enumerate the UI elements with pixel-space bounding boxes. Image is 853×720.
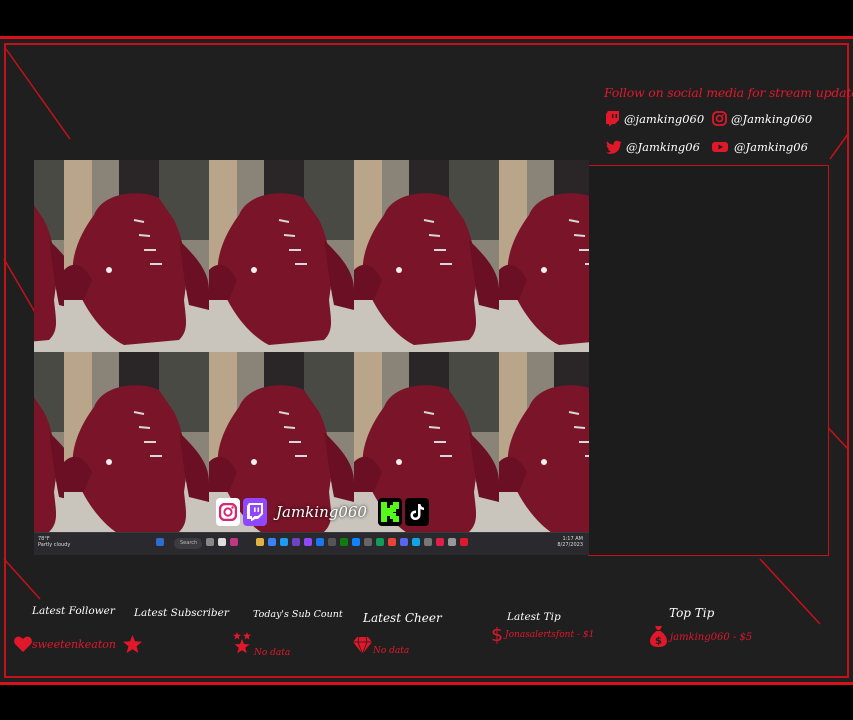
screen-capture: 78°F Partly cloudy Search 1:17 AM 8/27/2… <box>34 160 589 555</box>
top-tip-value: jamking060 - $5 <box>670 632 753 643</box>
social-instagram[interactable]: @Jamking060 <box>712 111 812 126</box>
overlay-frame: Follow on social media for stream update… <box>0 36 853 685</box>
weather-desc: Partly cloudy <box>38 542 71 548</box>
twitch-icon <box>247 503 263 521</box>
app-icon[interactable] <box>316 538 324 546</box>
folder-icon[interactable] <box>256 538 264 546</box>
app-icon[interactable] <box>364 538 372 546</box>
kick-badge <box>377 498 402 526</box>
app-icon[interactable] <box>400 538 408 546</box>
svg-text:$: $ <box>491 624 502 644</box>
taskbar-clock[interactable]: 1:17 AM 8/27/2023 <box>557 536 583 548</box>
tiktok-icon <box>410 504 424 520</box>
social-twitch[interactable]: @jamking060 <box>606 111 704 126</box>
twitch-handle: @jamking060 <box>624 111 705 126</box>
app-icon[interactable] <box>436 538 444 546</box>
latest-follower-value: sweetenkeaton <box>32 638 116 651</box>
app-icon[interactable] <box>268 538 276 546</box>
kick-icon <box>380 502 399 522</box>
app-icon[interactable] <box>304 538 312 546</box>
money-bag-icon: $ <box>650 626 667 647</box>
app-icon[interactable] <box>352 538 360 546</box>
twitch-badge <box>243 498 267 526</box>
diamond-icon <box>353 637 372 654</box>
sub-count-value: No data <box>254 648 291 658</box>
webcam-frame <box>588 165 829 556</box>
social-title: Follow on social media for stream update… <box>604 85 853 100</box>
social-twitter[interactable]: @Jamking06 <box>606 140 700 154</box>
xbox-icon[interactable] <box>340 538 348 546</box>
star-icon <box>123 635 142 653</box>
start-icon[interactable] <box>156 538 164 546</box>
channel-name: Jamking060 <box>276 503 367 521</box>
app-icon[interactable] <box>280 538 288 546</box>
app-icon[interactable] <box>424 538 432 546</box>
instagram-badge <box>216 498 240 526</box>
instagram-icon <box>712 111 727 126</box>
windows-taskbar: 78°F Partly cloudy Search 1:17 AM 8/27/2… <box>34 532 589 555</box>
latest-cheer-label: Latest Cheer <box>363 611 442 625</box>
twitch-icon <box>606 111 619 126</box>
latest-tip-label: Latest Tip <box>507 611 561 623</box>
app-icon[interactable] <box>448 538 456 546</box>
twitter-handle: @Jamking06 <box>626 140 700 154</box>
taskbar-weather[interactable]: 78°F Partly cloudy <box>38 536 70 548</box>
latest-follower-label: Latest Follower <box>32 605 115 617</box>
sub-count-label: Today's Sub Count <box>253 609 343 620</box>
taskview-icon[interactable] <box>206 538 214 546</box>
app-icon[interactable] <box>218 538 226 546</box>
twitter-icon <box>606 140 622 154</box>
svg-text:$: $ <box>655 636 662 647</box>
youtube-icon <box>712 142 728 152</box>
social-youtube[interactable]: @Jamking06 <box>712 140 808 154</box>
heart-icon <box>14 636 32 652</box>
latest-cheer-value: No data <box>373 646 410 656</box>
latest-subscriber-label: Latest Subscriber <box>134 607 229 619</box>
app-icon[interactable] <box>328 538 336 546</box>
app-icon[interactable] <box>292 538 300 546</box>
top-tip-label: Top Tip <box>669 606 715 620</box>
instagram-handle: @Jamking060 <box>731 111 813 126</box>
tiktok-badge <box>404 498 429 526</box>
youtube-handle: @Jamking06 <box>734 140 808 154</box>
instagram-app-icon[interactable] <box>230 538 238 546</box>
dollar-icon: $ <box>491 624 502 644</box>
chrome-icon[interactable] <box>388 538 396 546</box>
instagram-icon <box>219 503 237 521</box>
shoe-wallpaper <box>34 160 589 545</box>
taskbar-search[interactable]: Search <box>174 538 202 549</box>
channel-badges: Jamking060 <box>216 498 429 526</box>
app-icon[interactable] <box>460 538 468 546</box>
stars-icon <box>233 632 251 654</box>
app-icon[interactable] <box>412 538 420 546</box>
latest-tip-value: Jonasalertsfont - $1 <box>505 630 595 640</box>
clock-date: 8/27/2023 <box>557 542 583 548</box>
app-icon[interactable] <box>376 538 384 546</box>
